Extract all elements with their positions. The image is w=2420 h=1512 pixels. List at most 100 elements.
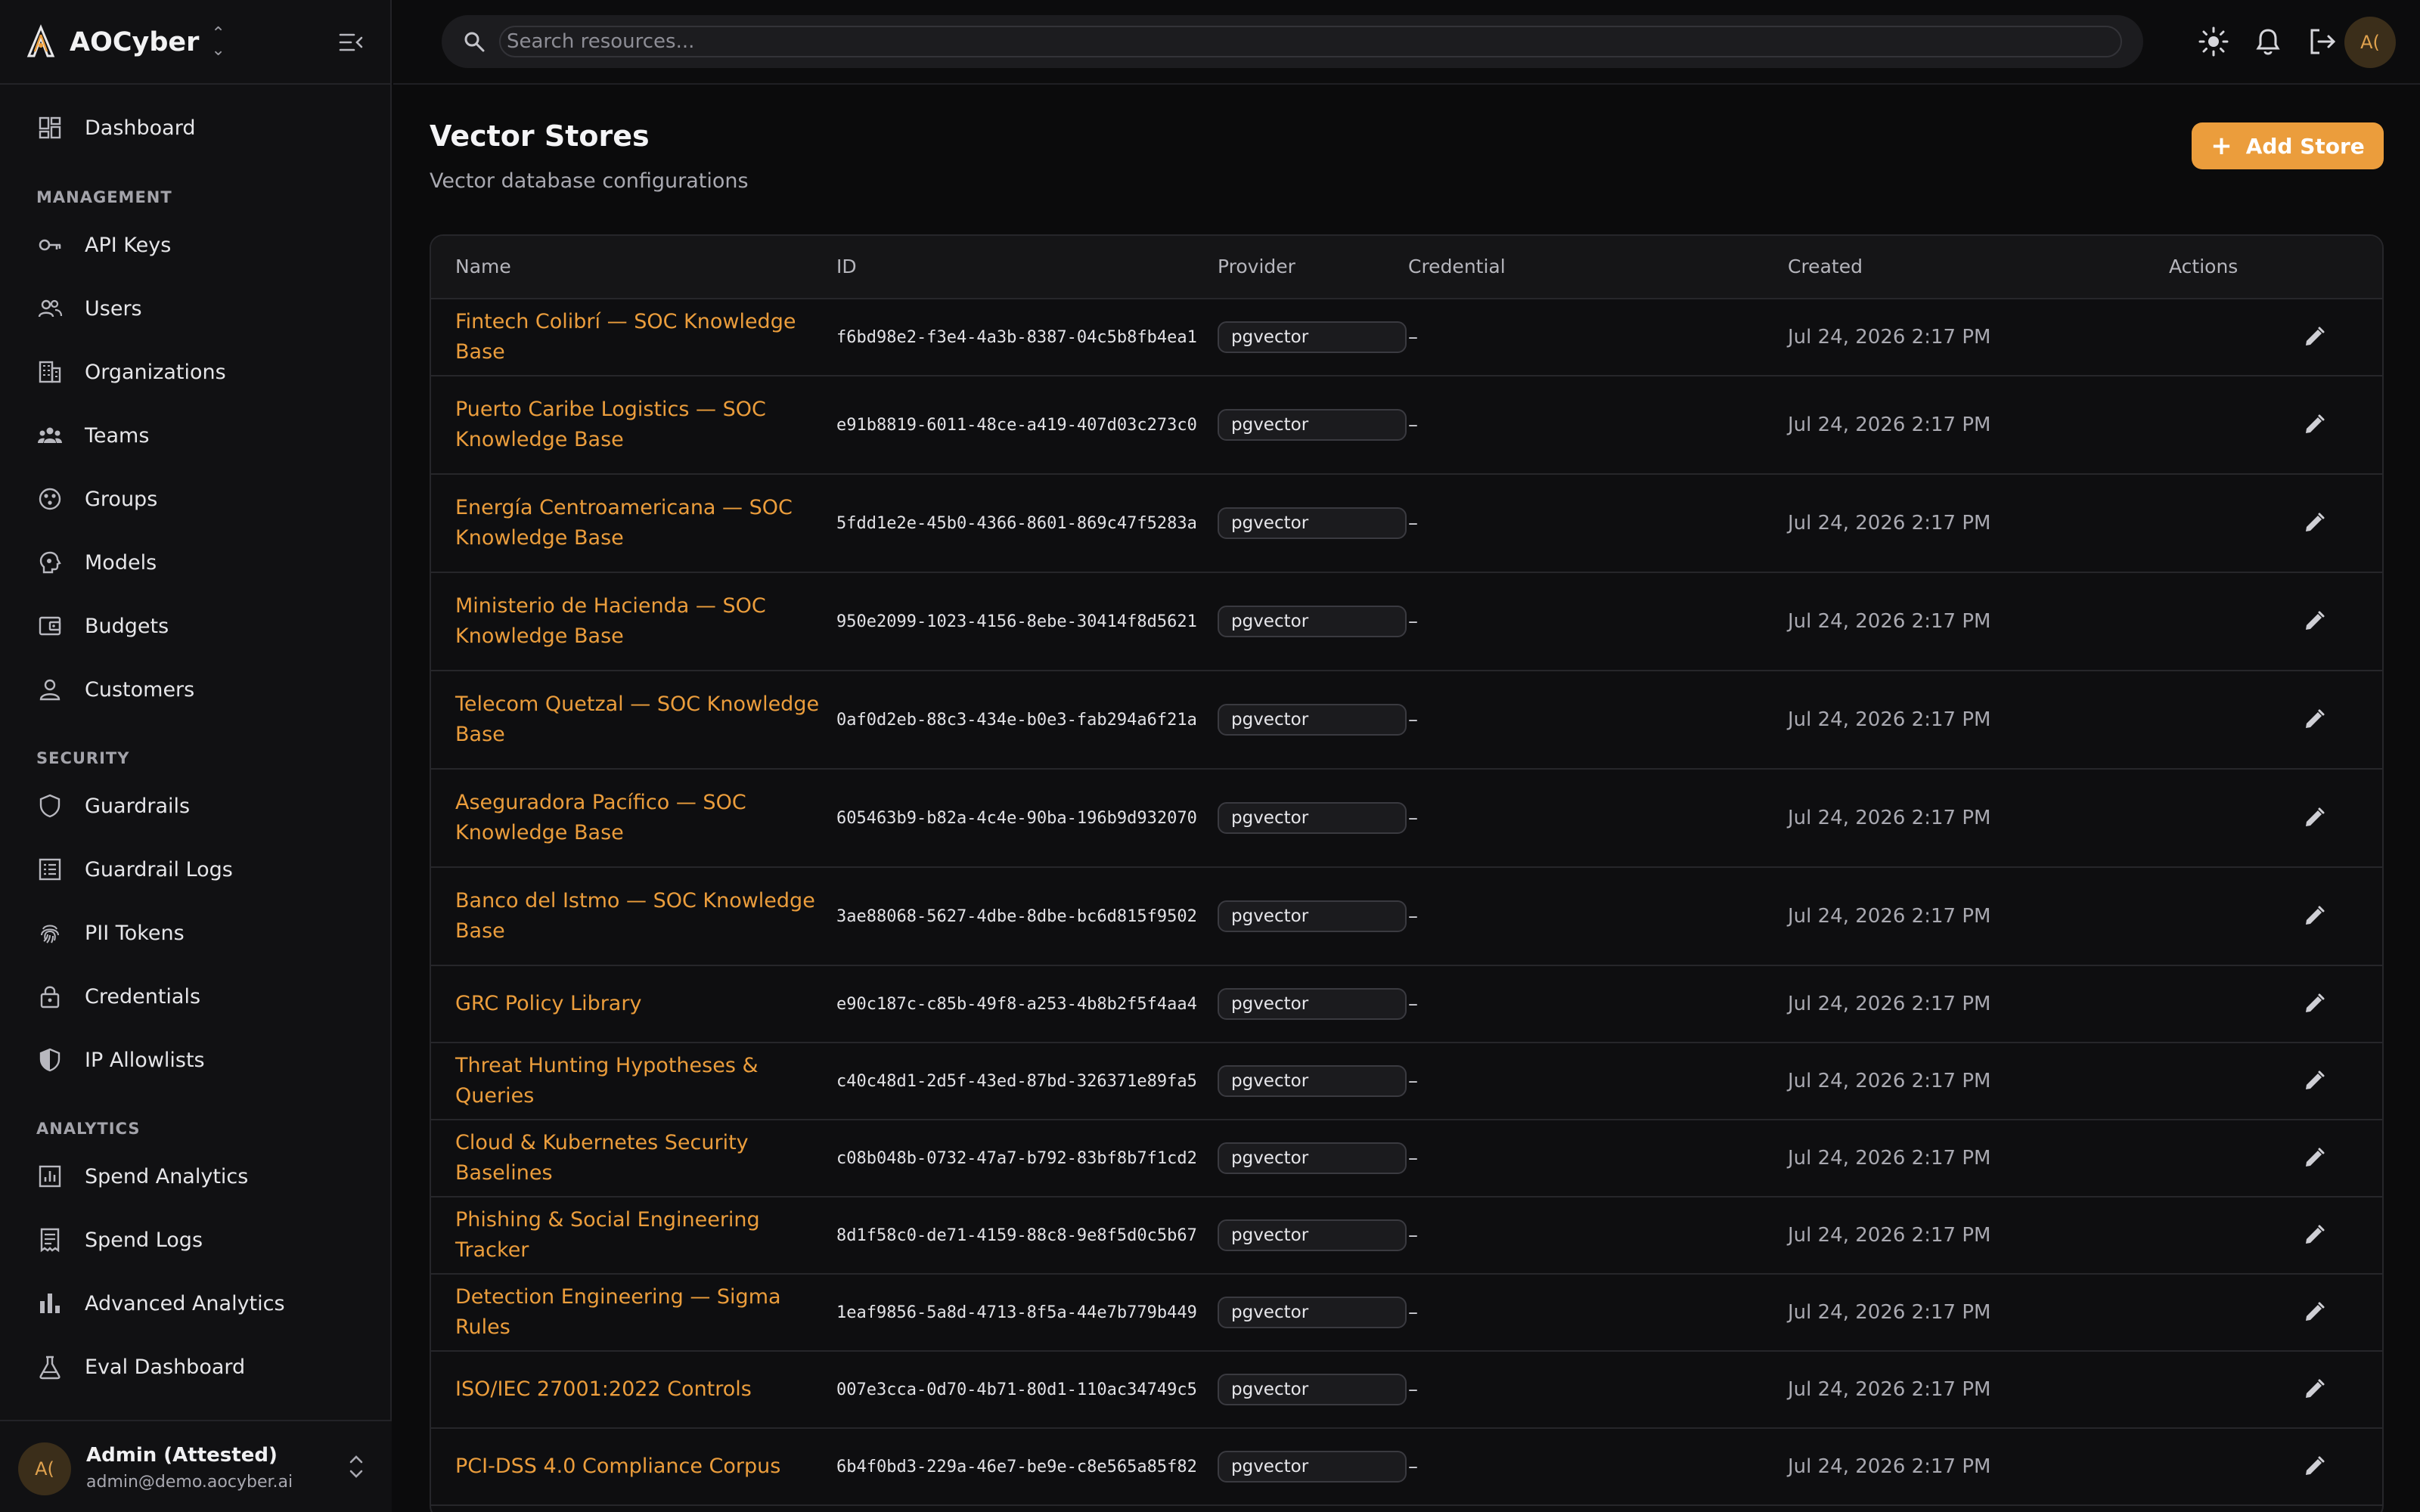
column-header-id[interactable]: ID xyxy=(836,256,857,277)
store-id-text: f6bd98e2-f3e4-4a3b-8387-04c5b8fb4ea1 xyxy=(836,327,1197,347)
sidebar-item-pii-tokens[interactable]: PII Tokens xyxy=(36,912,361,954)
plus-icon: + xyxy=(2211,131,2232,161)
edit-pencil-icon[interactable] xyxy=(2302,1069,2326,1093)
sidebar-item-teams[interactable]: Teams xyxy=(36,414,361,457)
edit-pencil-icon[interactable] xyxy=(2302,806,2326,830)
store-name[interactable]: Aseguradora Pacífico — SOC Knowledge Bas… xyxy=(455,788,833,848)
collapse-sidebar-icon[interactable] xyxy=(337,29,365,56)
sidebar-item-budgets[interactable]: Budgets xyxy=(36,605,361,647)
created-cell: Jul 24, 2026 2:17 PM xyxy=(1788,376,2090,473)
store-name[interactable]: PCI-DSS 4.0 Compliance Corpus xyxy=(455,1452,780,1482)
column-header-provider[interactable]: Provider xyxy=(1218,256,1295,277)
edit-pencil-icon[interactable] xyxy=(2302,511,2326,535)
store-name-link[interactable]: Banco del Istmo — SOC Knowledge Base xyxy=(455,868,833,965)
store-name[interactable]: Banco del Istmo — SOC Knowledge Base xyxy=(455,886,833,947)
provider-cell: pgvector xyxy=(1218,299,1414,375)
sidebar-item-guardrails[interactable]: Guardrails xyxy=(36,785,361,827)
bell-icon[interactable] xyxy=(2252,26,2284,57)
avatar[interactable]: A( xyxy=(2344,17,2396,68)
sidebar-item-advanced-analytics[interactable]: Advanced Analytics xyxy=(36,1282,361,1325)
brand-switcher[interactable]: AOCyber ⌃ ⌄ xyxy=(23,21,371,64)
edit-pencil-icon[interactable] xyxy=(2302,1223,2326,1247)
provider-cell: pgvector xyxy=(1218,1198,1414,1273)
column-header-name[interactable]: Name xyxy=(455,256,511,277)
store-id: e90c187c-c85b-49f8-a253-4b8b2f5f4aa4 xyxy=(836,966,1207,1042)
sidebar-item-groups[interactable]: Groups xyxy=(36,478,361,520)
created-cell: Jul 24, 2026 2:17 PM xyxy=(1788,573,2090,670)
table-row: PCI-DSS 4.0 Compliance Corpus 6b4f0bd3-22… xyxy=(431,1429,2382,1506)
edit-pencil-icon[interactable] xyxy=(2302,708,2326,732)
edit-pencil-icon[interactable] xyxy=(2302,1300,2326,1325)
table-row: Puerto Caribe Logistics — SOC Knowledge … xyxy=(431,376,2382,475)
store-name-link[interactable]: Threat Hunting Hypotheses & Queries xyxy=(455,1043,833,1119)
credential-value: – xyxy=(1408,414,1418,436)
store-id: 0af0d2eb-88c3-434e-b0e3-fab294a6f21a xyxy=(836,671,1207,768)
sidebar-item-label: Advanced Analytics xyxy=(85,1291,285,1315)
store-name[interactable]: Threat Hunting Hypotheses & Queries xyxy=(455,1051,833,1111)
edit-pencil-icon[interactable] xyxy=(2302,904,2326,928)
credential-cell: – xyxy=(1408,1429,1559,1504)
store-id-text: 8d1f58c0-de71-4159-88c8-9e8f5d0c5b67 xyxy=(836,1225,1197,1245)
sidebar-item-models[interactable]: Models xyxy=(36,541,361,584)
store-name-link[interactable]: Telecom Quetzal — SOC Knowledge Base xyxy=(455,671,833,768)
add-store-button[interactable]: + Add Store xyxy=(2192,122,2384,169)
store-name-link[interactable]: Aseguradora Pacífico — SOC Knowledge Bas… xyxy=(455,770,833,866)
edit-pencil-icon[interactable] xyxy=(2302,1377,2326,1402)
lock-icon xyxy=(36,983,64,1010)
table-row: Ministerio de Hacienda — SOC Knowledge B… xyxy=(431,573,2382,671)
sidebar-item-credentials[interactable]: Credentials xyxy=(36,975,361,1018)
store-name[interactable]: Cloud & Kubernetes Security Baselines xyxy=(455,1128,833,1188)
store-name-link[interactable]: Ministerio de Hacienda — SOC Knowledge B… xyxy=(455,573,833,670)
edit-pencil-icon[interactable] xyxy=(2302,1146,2326,1170)
store-name[interactable]: Fintech Colibrí — SOC Knowledge Base xyxy=(455,307,833,367)
sidebar-item-spend-analytics[interactable]: Spend Analytics xyxy=(36,1155,361,1198)
column-header-credential[interactable]: Credential xyxy=(1408,256,1506,277)
store-name-link[interactable]: Puerto Caribe Logistics — SOC Knowledge … xyxy=(455,376,833,473)
store-name-link[interactable]: Cloud & Kubernetes Security Baselines xyxy=(455,1120,833,1196)
sidebar-item-organizations[interactable]: Organizations xyxy=(36,351,361,393)
sidebar-item-spend-logs[interactable]: Spend Logs xyxy=(36,1219,361,1261)
sidebar-item-label: Budgets xyxy=(85,614,169,638)
created-date: Jul 24, 2026 2:17 PM xyxy=(1788,1378,1991,1401)
store-name-link[interactable]: PCI-DSS 4.0 Compliance Corpus xyxy=(455,1429,833,1504)
sidebar-item-ip-allowlists[interactable]: IP Allowlists xyxy=(36,1039,361,1081)
user-menu[interactable]: A( Admin (Attested) admin@demo.aocyber.a… xyxy=(0,1420,392,1512)
store-name[interactable]: Ministerio de Hacienda — SOC Knowledge B… xyxy=(455,591,833,652)
sidebar-item-api-keys[interactable]: API Keys xyxy=(36,224,361,266)
actions-cell xyxy=(2246,299,2382,375)
store-name-link[interactable]: GRC Policy Library xyxy=(455,966,833,1042)
store-name[interactable]: Puerto Caribe Logistics — SOC Knowledge … xyxy=(455,395,833,455)
store-name-link[interactable]: Fintech Colibrí — SOC Knowledge Base xyxy=(455,299,833,375)
edit-pencil-icon[interactable] xyxy=(2302,413,2326,437)
vector-stores-table: Name ID Provider Credential Created Acti… xyxy=(430,234,2384,1512)
edit-pencil-icon[interactable] xyxy=(2302,325,2326,349)
edit-pencil-icon[interactable] xyxy=(2302,609,2326,634)
store-name[interactable]: ISO/IEC 27001:2022 Controls xyxy=(455,1374,752,1405)
logout-icon[interactable] xyxy=(2307,26,2338,57)
sun-icon[interactable] xyxy=(2198,26,2229,57)
actions-cell xyxy=(2246,573,2382,670)
sidebar-item-users[interactable]: Users xyxy=(36,287,361,330)
search-input[interactable] xyxy=(499,26,2122,57)
column-header-created[interactable]: Created xyxy=(1788,256,1863,277)
store-name[interactable]: Phishing & Social Engineering Tracker xyxy=(455,1205,833,1266)
store-name[interactable]: Energía Centroamericana — SOC Knowledge … xyxy=(455,493,833,553)
credential-value: – xyxy=(1408,326,1418,349)
credential-cell: – xyxy=(1408,1043,1559,1119)
store-name[interactable]: Telecom Quetzal — SOC Knowledge Base xyxy=(455,689,833,750)
edit-pencil-icon[interactable] xyxy=(2302,992,2326,1016)
store-name[interactable]: Detection Engineering — Sigma Rules xyxy=(455,1282,833,1343)
brand-name: AOCyber xyxy=(70,27,200,57)
credential-value: – xyxy=(1408,1147,1418,1170)
store-name[interactable]: GRC Policy Library xyxy=(455,989,641,1019)
store-name-link[interactable]: ISO/IEC 27001:2022 Controls xyxy=(455,1352,833,1427)
store-name-link[interactable]: Phishing & Social Engineering Tracker xyxy=(455,1198,833,1273)
sidebar-item-dashboard[interactable]: Dashboard xyxy=(36,107,361,149)
sidebar-item-guardrail-logs[interactable]: Guardrail Logs xyxy=(36,848,361,891)
created-cell: Jul 24, 2026 2:17 PM xyxy=(1788,966,2090,1042)
edit-pencil-icon[interactable] xyxy=(2302,1455,2326,1479)
sidebar-item-eval-dashboard[interactable]: Eval Dashboard xyxy=(36,1346,361,1388)
store-name-link[interactable]: Detection Engineering — Sigma Rules xyxy=(455,1275,833,1350)
store-name-link[interactable]: Energía Centroamericana — SOC Knowledge … xyxy=(455,475,833,572)
sidebar-item-customers[interactable]: Customers xyxy=(36,668,361,711)
